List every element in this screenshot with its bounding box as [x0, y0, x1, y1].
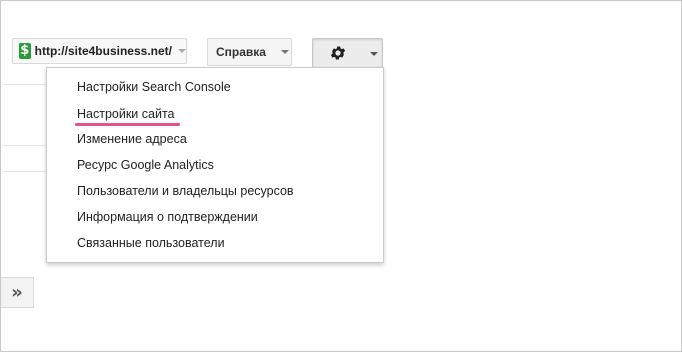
highlight-underline	[75, 123, 180, 126]
settings-button[interactable]	[312, 38, 383, 68]
menu-item-site-settings[interactable]: Настройки сайта	[77, 104, 175, 124]
double-chevron-right-icon: »	[11, 282, 23, 303]
site-selector[interactable]: $ http://site4business.net/	[12, 38, 187, 64]
settings-menu: Настройки Search Console Настройки сайта…	[46, 67, 384, 263]
divider	[2, 171, 48, 172]
menu-item-users-and-owners[interactable]: Пользователи и владельцы ресурсов	[77, 181, 294, 201]
menu-item-search-console-settings[interactable]: Настройки Search Console	[77, 77, 231, 97]
gear-icon	[330, 46, 346, 60]
menu-item-associates[interactable]: Связанные пользователи	[77, 233, 225, 253]
menu-item-change-of-address[interactable]: Изменение адреса	[77, 129, 187, 149]
menu-item-google-analytics-property[interactable]: Ресурс Google Analytics	[77, 155, 214, 175]
help-label: Справка	[216, 45, 266, 59]
chevron-down-icon	[280, 50, 289, 54]
chevron-down-icon	[178, 49, 186, 53]
help-dropdown[interactable]: Справка	[207, 38, 292, 66]
divider	[2, 84, 48, 85]
menu-item-verification-details[interactable]: Информация о подтверждении	[77, 207, 258, 227]
expand-sidebar-button[interactable]: »	[1, 277, 34, 308]
divider	[2, 145, 48, 146]
site-url: http://site4business.net/	[34, 44, 172, 58]
chevron-down-icon	[370, 52, 378, 56]
dollar-icon: $	[19, 43, 31, 59]
